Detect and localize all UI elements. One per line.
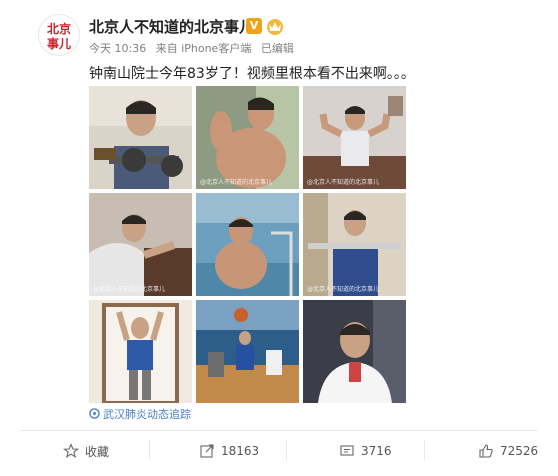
photo-8[interactable]: [196, 300, 299, 403]
avatar[interactable]: 北京 事儿: [38, 14, 80, 56]
like-button[interactable]: 72526: [478, 440, 538, 462]
comment-button[interactable]: 3716: [339, 440, 392, 462]
photo-grid: @北京人不知道的北京事儿 @北京人不知道的北京事儿 @北京人不知道的北京事儿 @…: [89, 86, 406, 403]
like-count: 72526: [500, 444, 539, 458]
repost-count: 18163: [221, 444, 260, 458]
timestamp[interactable]: 今天 10:36: [89, 42, 146, 55]
favorite-label: 收藏: [85, 444, 110, 459]
verified-badge: V: [246, 18, 262, 34]
photo-watermark: @北京人不知道的北京事儿: [307, 286, 380, 293]
action-divider: [20, 430, 538, 431]
photo-4[interactable]: @北京人不知道的北京事儿: [89, 193, 192, 296]
photo-1[interactable]: [89, 86, 192, 189]
favorite-button[interactable]: 收藏: [63, 440, 109, 462]
photo-2[interactable]: @北京人不知道的北京事儿: [196, 86, 299, 189]
avatar-text-bottom: 事儿: [47, 36, 71, 51]
photo-watermark: @北京人不知道的北京事儿: [307, 179, 380, 186]
topic-icon: [89, 408, 100, 419]
post-text: 钟南山院士今年83岁了！视频里根本看不出来啊。。。: [89, 66, 415, 82]
vip-crown-icon: [265, 16, 285, 36]
repost-icon: [200, 444, 214, 458]
avatar-text-top: 北京: [47, 21, 71, 36]
photo-9[interactable]: [303, 300, 406, 403]
photo-5[interactable]: [196, 193, 299, 296]
action-separator: [424, 440, 425, 460]
comment-icon: [340, 445, 354, 456]
action-separator: [286, 440, 287, 460]
photo-watermark: @北京人不知道的北京事儿: [200, 179, 273, 186]
photo-watermark: @北京人不知道的北京事儿: [93, 286, 166, 293]
thumbs-up-icon: [479, 444, 493, 458]
photo-7[interactable]: [89, 300, 192, 403]
photo-6[interactable]: @北京人不知道的北京事儿: [303, 193, 406, 296]
topic-link[interactable]: 武汉肺炎动态追踪: [89, 406, 191, 422]
star-icon: [63, 443, 79, 459]
comment-count: 3716: [361, 444, 392, 458]
post-meta: 今天 10:36 来自 iPhone客户端 已编辑: [89, 40, 300, 56]
repost-button[interactable]: 18163: [199, 440, 259, 462]
topic-label: 武汉肺炎动态追踪: [103, 408, 191, 421]
author-name[interactable]: 北京人不知道的北京事儿: [89, 16, 254, 37]
edited-label[interactable]: 已编辑: [261, 42, 294, 55]
source: 来自 iPhone客户端: [155, 42, 252, 55]
photo-3[interactable]: @北京人不知道的北京事儿: [303, 86, 406, 189]
action-separator: [149, 440, 150, 460]
